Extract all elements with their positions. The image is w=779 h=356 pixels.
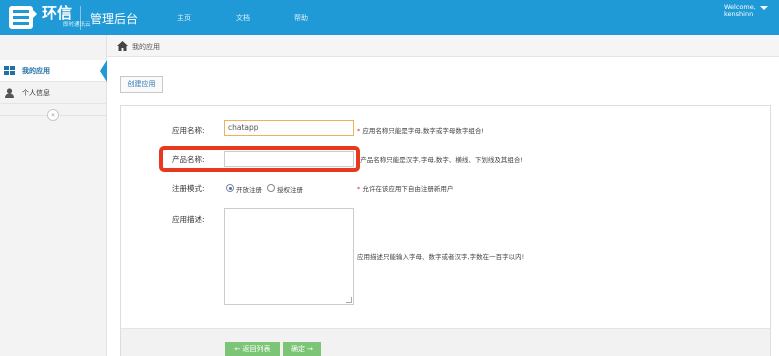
resize-handle-icon[interactable] — [346, 297, 352, 303]
create-app-form — [120, 105, 771, 356]
header-divider — [80, 6, 81, 30]
radio-auth-register[interactable] — [267, 184, 275, 192]
register-mode-label: 注册模式: — [172, 184, 205, 193]
active-indicator — [100, 60, 107, 82]
app-name-label: 应用名称: — [172, 126, 205, 135]
radio-open-register[interactable] — [226, 184, 234, 192]
product-name-hint-text: 产品名称只能是汉字,字母,数字、横线、下划线及其组合! — [360, 156, 523, 164]
app-name-hint: * 应用名称只能是字母,数字或字母数字组合! — [357, 125, 484, 135]
nav-docs-link[interactable]: 文档 — [236, 13, 250, 23]
back-to-list-button[interactable]: ← 返回列表 — [225, 342, 280, 356]
sidebar-collapse-button[interactable]: « — [47, 109, 59, 121]
user-icon — [5, 88, 14, 98]
radio-auth-label[interactable]: 授权注册 — [277, 184, 303, 194]
breadcrumb-current[interactable]: 我的应用 — [132, 42, 160, 52]
logo-icon — [9, 6, 37, 29]
sidebar: 我的应用 个人信息 « — [0, 35, 107, 356]
required-mark: * — [357, 185, 361, 193]
admin-title: 管理后台 — [90, 12, 139, 26]
sidebar-item-profile[interactable]: 个人信息 — [0, 82, 107, 104]
brand-tagline: 即时通讯云 — [63, 22, 91, 28]
breadcrumb: 我的应用 — [107, 35, 779, 57]
top-navbar: 环信 即时通讯云 管理后台 主页 文档 帮助 Welcome, kenshinn — [0, 0, 779, 35]
sidebar-item-label: 个人信息 — [22, 89, 50, 97]
apps-icon — [4, 66, 15, 75]
username[interactable]: kenshinn — [724, 10, 753, 18]
chevron-down-icon[interactable] — [760, 6, 768, 10]
create-app-button[interactable]: 创建应用 — [120, 76, 163, 93]
highlight-box — [159, 146, 360, 172]
required-mark: * — [357, 127, 361, 135]
register-mode-hint-text: 允许在该应用下自由注册新用户 — [362, 185, 454, 193]
sidebar-item-label: 我的应用 — [22, 67, 50, 75]
radio-open-label[interactable]: 开放注册 — [236, 184, 262, 194]
nav-home-link[interactable]: 主页 — [177, 13, 191, 23]
sidebar-item-my-apps[interactable]: 我的应用 — [0, 60, 107, 82]
description-label: 应用描述: — [172, 215, 205, 224]
home-icon — [117, 41, 128, 51]
register-mode-hint: * 允许在该应用下自由注册新用户 — [357, 183, 453, 193]
description-textarea[interactable] — [224, 208, 354, 305]
description-hint: 应用描述只能输入字母、数字或者汉字,字数在一百字以内! — [357, 253, 525, 261]
nav-help-link[interactable]: 帮助 — [294, 13, 308, 23]
confirm-button[interactable]: 确定 → — [283, 342, 321, 356]
app-name-hint-text: 应用名称只能是字母,数字或字母数字组合! — [362, 127, 484, 135]
app-name-input[interactable]: chatapp — [224, 120, 354, 136]
product-name-hint: *产品名称只能是汉字,字母,数字、横线、下划线及其组合! — [357, 154, 523, 164]
brand-name: 环信 — [42, 4, 73, 22]
form-action-bar — [121, 328, 770, 356]
